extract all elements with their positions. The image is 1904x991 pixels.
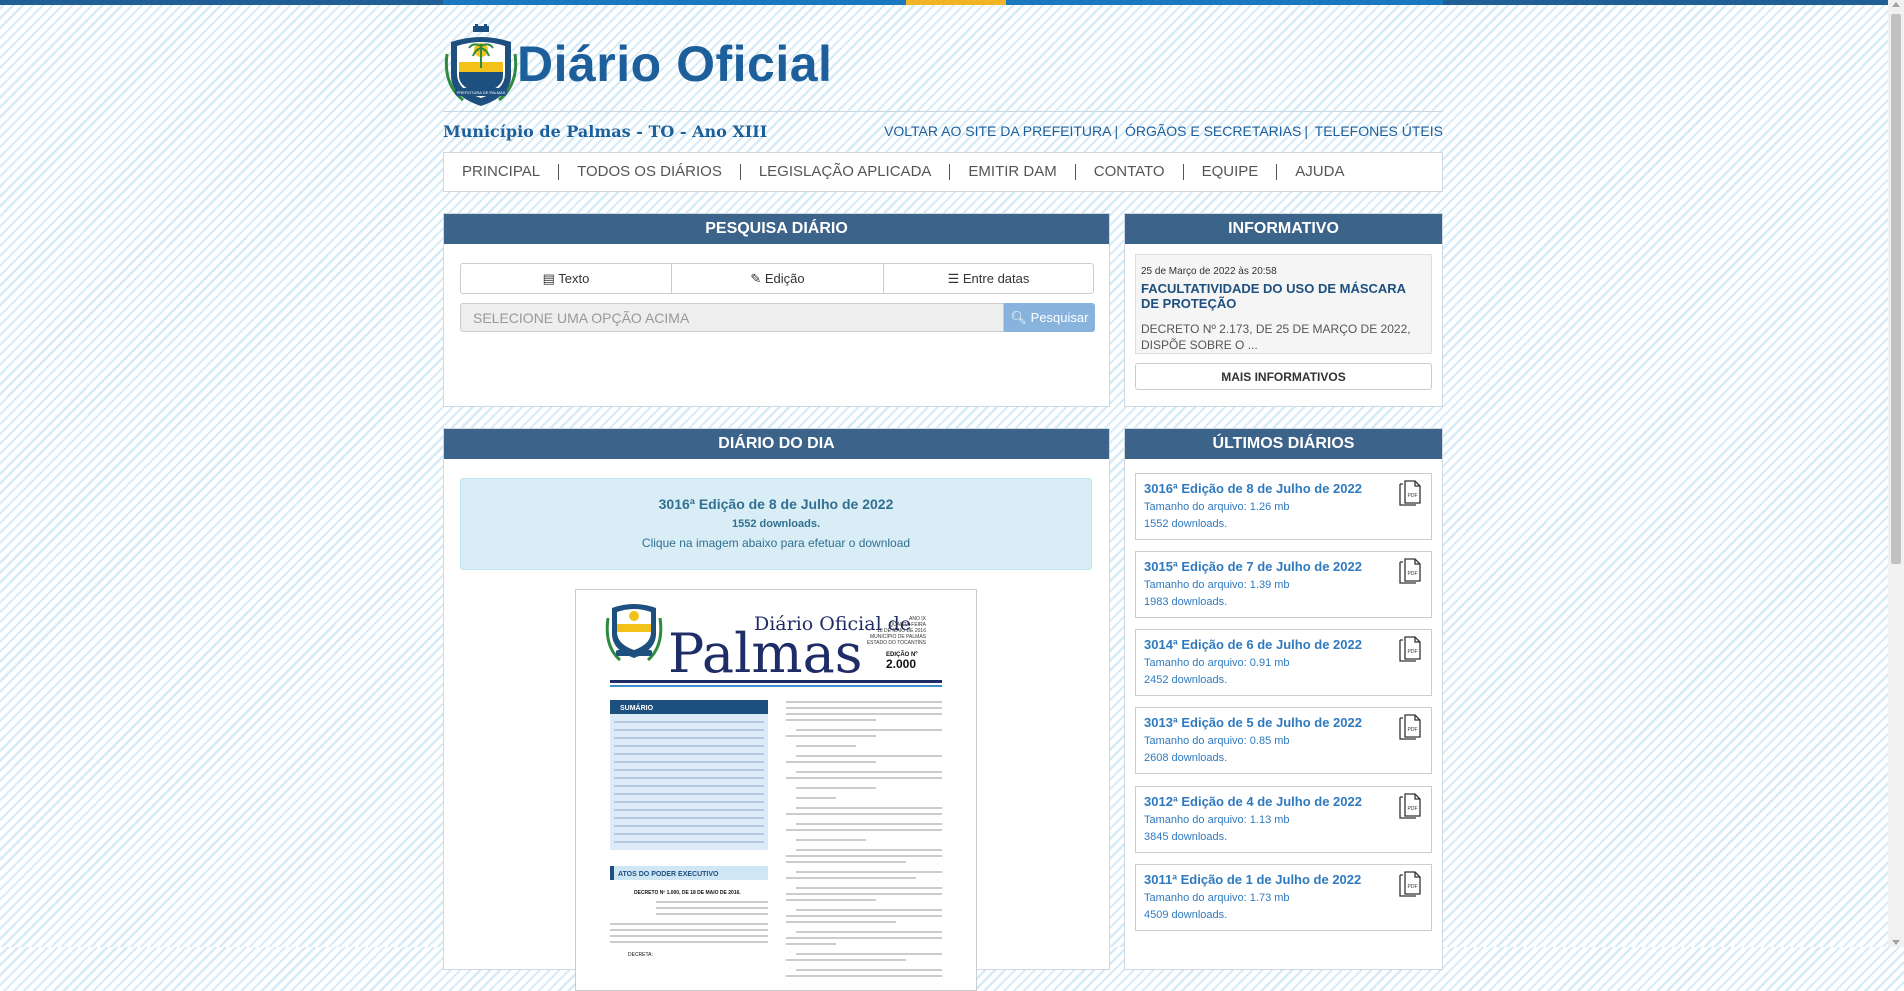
svg-text:PDF: PDF [1408, 884, 1418, 890]
search-panel-heading: PESQUISA DIÁRIO [444, 214, 1109, 244]
list-item[interactable]: 3015ª Edição de 7 de Julho de 2022 Taman… [1135, 551, 1432, 618]
option-edicao-button[interactable]: ✎ Edição [672, 264, 884, 293]
pdf-icon[interactable]: PDF [1399, 714, 1421, 740]
diario-do-dia-heading: DIÁRIO DO DIA [444, 429, 1109, 459]
ultimos-diarios-panel: ÚLTIMOS DIÁRIOS 3016ª Edição de 8 de Jul… [1124, 428, 1443, 970]
nav-emitir-dam[interactable]: EMITIR DAM [950, 164, 1076, 180]
diario-hint: Clique na imagem abaixo para efetuar o d… [641, 536, 911, 550]
pdf-icon[interactable]: PDF [1399, 558, 1421, 584]
edition-link[interactable]: 3014ª Edição de 6 de Julho de 2022 [1144, 637, 1362, 652]
svg-text:DECRETA:: DECRETA: [628, 952, 653, 958]
page-scrollbar[interactable] [1888, 0, 1904, 947]
nav-legislacao[interactable]: LEGISLAÇÃO APLICADA [741, 164, 951, 180]
svg-text:PREFEITURA DE PALMAS: PREFEITURA DE PALMAS [457, 90, 506, 95]
edition-link[interactable]: 3016ª Edição de 8 de Julho de 2022 [1144, 481, 1362, 496]
pdf-icon[interactable]: PDF [1399, 871, 1421, 897]
site-header: PREFEITURA DE PALMAS Diário Oficial [443, 24, 1443, 114]
search-button[interactable]: 🔍︎ Pesquisar [1004, 303, 1095, 332]
pdf-icon[interactable]: PDF [1399, 793, 1421, 819]
site-title: Diário Oficial [517, 36, 833, 92]
svg-text:PDF: PDF [1408, 806, 1418, 812]
download-count: 1983 downloads. [1144, 596, 1228, 608]
search-input[interactable]: SELECIONE UMA OPÇÃO ACIMA [460, 303, 1004, 332]
option-entre-datas-button[interactable]: ☰ Entre datas [884, 264, 1093, 293]
file-size: Tamanho do arquivo: 1.39 mb [1144, 579, 1290, 591]
list-item[interactable]: 3016ª Edição de 8 de Julho de 2022 Taman… [1135, 473, 1432, 540]
file-size: Tamanho do arquivo: 0.85 mb [1144, 735, 1290, 747]
nav-equipe[interactable]: EQUIPE [1184, 164, 1278, 180]
pdf-icon[interactable]: PDF [1399, 636, 1421, 662]
svg-text:ESTADO DO TOCANTINS: ESTADO DO TOCANTINS [867, 640, 927, 646]
svg-text:PDF: PDF [1408, 649, 1418, 655]
diario-downloads: 1552 downloads. [731, 518, 821, 530]
pdf-icon[interactable]: PDF [1399, 480, 1421, 506]
diario-edition: 3016ª Edição de 8 de Julho de 2022 [658, 496, 894, 512]
option-texto-button[interactable]: ▤ Texto [461, 264, 672, 293]
file-size: Tamanho do arquivo: 0.91 mb [1144, 657, 1290, 669]
nav-ajuda[interactable]: AJUDA [1277, 164, 1362, 180]
informativo-panel: INFORMATIVO 25 de Março de 2022 às 20:58… [1124, 213, 1443, 407]
svg-text:ATOS DO PODER EXECUTIVO: ATOS DO PODER EXECUTIVO [618, 871, 719, 878]
ultimos-diarios-heading: ÚLTIMOS DIÁRIOS [1125, 429, 1442, 459]
list-item[interactable]: 3014ª Edição de 6 de Julho de 2022 Taman… [1135, 629, 1432, 696]
list-item[interactable]: 3012ª Edição de 4 de Julho de 2022 Taman… [1135, 786, 1432, 853]
informativo-card[interactable]: 25 de Março de 2022 às 20:58 FACULTATIVI… [1135, 254, 1432, 354]
edition-link[interactable]: 3013ª Edição de 5 de Julho de 2022 [1144, 715, 1362, 730]
main-nav: PRINCIPAL TODOS OS DIÁRIOS LEGISLAÇÃO AP… [443, 152, 1443, 192]
file-size: Tamanho do arquivo: 1.26 mb [1144, 501, 1290, 513]
svg-text:PDF: PDF [1408, 571, 1418, 577]
svg-text:PDF: PDF [1408, 493, 1418, 499]
nav-todos-diarios[interactable]: TODOS OS DIÁRIOS [559, 164, 741, 180]
edition-link[interactable]: 3015ª Edição de 7 de Julho de 2022 [1144, 559, 1362, 574]
svg-text:SUMÁRIO: SUMÁRIO [620, 703, 654, 712]
top-links: VOLTAR AO SITE DA PREFEITURA | ÓRGÃOS E S… [884, 123, 1443, 139]
municipio-subtitle: Município de Palmas - TO - Ano XIII [443, 122, 768, 141]
svg-text:2.000: 2.000 [886, 657, 916, 671]
informativo-title[interactable]: FACULTATIVIDADE DO USO DE MÁSCARA DE PRO… [1141, 281, 1426, 311]
diario-do-dia-alert: 3016ª Edição de 8 de Julho de 2022 1552 … [460, 478, 1092, 570]
scroll-down-icon[interactable] [1892, 940, 1900, 945]
cover-page-art: Diário Oficial de Palmas ANO IX QUARTA-F… [605, 604, 942, 977]
palmas-crest-icon[interactable]: PREFEITURA DE PALMAS [443, 24, 519, 110]
search-options: ▤ Texto ✎ Edição ☰ Entre datas [460, 263, 1094, 294]
list-item[interactable]: 3013ª Edição de 5 de Julho de 2022 Taman… [1135, 707, 1432, 774]
link-orgaos-secretarias[interactable]: ÓRGÃOS E SECRETARIAS [1125, 123, 1301, 139]
download-count: 3845 downloads. [1144, 831, 1228, 843]
scrollbar-thumb[interactable] [1891, 14, 1901, 564]
list-icon: ▤ [542, 271, 555, 286]
scroll-up-icon[interactable] [1892, 2, 1900, 7]
svg-text:Palmas: Palmas [668, 622, 862, 685]
informativo-date: 25 de Março de 2022 às 20:58 [1141, 266, 1277, 277]
download-count: 4509 downloads. [1144, 909, 1228, 921]
diario-cover-image[interactable]: Diário Oficial de Palmas ANO IX QUARTA-F… [575, 589, 977, 991]
svg-text:MUNICÍPIO DE PALMAS: MUNICÍPIO DE PALMAS [870, 633, 927, 640]
pencil-icon: ✎ [750, 271, 762, 286]
search-icon: 🔍︎ [1010, 310, 1028, 325]
list-icon: ☰ [947, 271, 960, 286]
download-count: 1552 downloads. [1144, 518, 1228, 530]
list-item[interactable]: 3011ª Edição de 1 de Julho de 2022 Taman… [1135, 864, 1432, 931]
svg-text:DECRETO Nº 1.000, DE 18 DE MAI: DECRETO Nº 1.000, DE 18 DE MAIO DE 2016. [634, 890, 741, 896]
file-size: Tamanho do arquivo: 1.73 mb [1144, 892, 1290, 904]
top-accent-bar [0, 0, 1888, 5]
edition-link[interactable]: 3012ª Edição de 4 de Julho de 2022 [1144, 794, 1362, 809]
diario-do-dia-panel: DIÁRIO DO DIA 3016ª Edição de 8 de Julho… [443, 428, 1110, 991]
header-divider [443, 111, 1443, 112]
link-telefones-uteis[interactable]: TELEFONES ÚTEIS [1315, 123, 1443, 139]
mais-informativos-button[interactable]: MAIS INFORMATIVOS [1135, 363, 1432, 390]
download-count: 2608 downloads. [1144, 752, 1228, 764]
nav-contato[interactable]: CONTATO [1076, 164, 1184, 180]
file-size: Tamanho do arquivo: 1.13 mb [1144, 814, 1290, 826]
nav-principal[interactable]: PRINCIPAL [444, 164, 560, 180]
download-count: 2452 downloads. [1144, 674, 1228, 686]
edition-link[interactable]: 3011ª Edição de 1 de Julho de 2022 [1144, 872, 1361, 887]
svg-text:PDF: PDF [1408, 727, 1418, 733]
search-panel: PESQUISA DIÁRIO ▤ Texto ✎ Edição ☰ Entre… [443, 213, 1110, 407]
link-voltar-prefeitura[interactable]: VOLTAR AO SITE DA PREFEITURA [884, 123, 1111, 139]
informativo-text: DECRETO Nº 2.173, DE 25 DE MARÇO DE 2022… [1141, 322, 1411, 352]
informativo-heading: INFORMATIVO [1125, 214, 1442, 244]
